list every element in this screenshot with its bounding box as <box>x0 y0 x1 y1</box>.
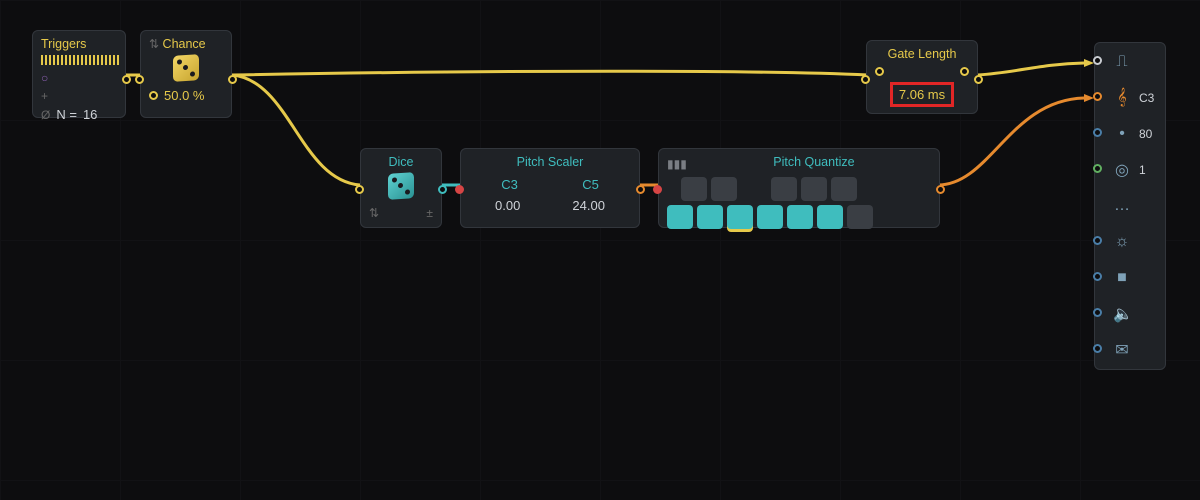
rail-velocity-out-icon: • <box>1113 125 1131 143</box>
dice-out-port[interactable] <box>438 185 447 194</box>
gate-aux-port-1[interactable] <box>875 67 884 76</box>
gate-value[interactable]: 7.06 ms <box>890 82 954 107</box>
key-black-4[interactable] <box>801 177 827 201</box>
triggers-waveform-icon <box>41 55 121 65</box>
node-dice[interactable]: Dice ⇅ ± <box>360 148 442 228</box>
rail-envelope-port[interactable] <box>1093 344 1102 353</box>
rail-misc[interactable]: … <box>1099 195 1161 217</box>
key-white-7[interactable] <box>847 205 873 229</box>
key-black-2[interactable] <box>711 177 737 201</box>
rail-pitch-out-value: C3 <box>1139 91 1154 105</box>
node-gate-length[interactable]: Gate Length 7.06 ms <box>866 40 978 114</box>
quantize-out-port[interactable] <box>936 185 945 194</box>
scaler-title: Pitch Scaler <box>469 155 631 169</box>
node-chance[interactable]: ⇅ Chance 50.0 % <box>140 30 232 118</box>
triggers-title: Triggers <box>41 37 117 51</box>
rail-velocity-out-value: 80 <box>1139 127 1152 141</box>
dice-icon <box>173 54 199 82</box>
rail-pitch-out[interactable]: 𝄞 C3 <box>1099 87 1161 109</box>
chance-value[interactable]: 50.0 % <box>164 88 204 103</box>
rail-gate-out-port[interactable] <box>1093 56 1102 65</box>
dice-icon <box>388 172 414 200</box>
key-white-4[interactable] <box>757 205 783 229</box>
quantize-title: Pitch Quantize <box>697 155 931 169</box>
scaler-low-val[interactable]: 0.00 <box>495 198 520 213</box>
key-white-5[interactable] <box>787 205 813 229</box>
triggers-n-value: 16 <box>83 107 97 122</box>
scaler-out-port[interactable] <box>636 185 645 194</box>
node-pitch-scaler[interactable]: Pitch Scaler C3 C5 0.00 24.00 <box>460 148 640 228</box>
key-white-3[interactable] <box>727 205 753 229</box>
rail-gate-out-icon: ⎍ <box>1113 53 1131 71</box>
chance-prob-port[interactable] <box>149 91 158 100</box>
rail-pitch-out-port[interactable] <box>1093 92 1102 101</box>
rail-velocity-out-port[interactable] <box>1093 128 1102 137</box>
scaler-low-note[interactable]: C3 <box>501 177 518 192</box>
rail-mod-out-icon: ◎ <box>1113 160 1131 180</box>
triggers-n-label: N = <box>56 107 77 122</box>
arrows-icon: ⇅ <box>149 37 159 51</box>
scaler-high-val[interactable]: 24.00 <box>572 198 605 213</box>
rail-case[interactable]: ■ <box>1099 267 1161 289</box>
rail-envelope[interactable]: ✉ <box>1099 339 1161 361</box>
rail-mute[interactable]: 🔈 <box>1099 303 1161 325</box>
phase-icon: Ø <box>41 108 50 122</box>
key-white-1[interactable] <box>667 205 693 229</box>
key-white-6[interactable] <box>817 205 843 229</box>
quantize-in-port[interactable] <box>653 185 662 194</box>
scaler-in-port[interactable] <box>455 185 464 194</box>
gate-title: Gate Length <box>875 47 969 61</box>
chance-title: ⇅ Chance <box>149 37 223 51</box>
chance-in-port[interactable] <box>135 75 144 84</box>
dice-trigger-in-port[interactable] <box>355 185 364 194</box>
scaler-high-note[interactable]: C5 <box>582 177 599 192</box>
keyboard-icon: ▮▮▮ <box>667 157 687 171</box>
key-black-1[interactable] <box>681 177 707 201</box>
gate-aux-port-2[interactable] <box>960 67 969 76</box>
gate-in-port[interactable] <box>861 75 870 84</box>
black-keys-row <box>681 177 931 201</box>
plus-minus-icon: ± <box>426 206 433 220</box>
chance-out-port[interactable] <box>228 75 237 84</box>
rail-pitch-out-icon: 𝄞 <box>1113 89 1131 107</box>
arrows-icon: ⇅ <box>369 206 379 220</box>
node-triggers[interactable]: Triggers ○ + Ø N = 16 <box>32 30 126 118</box>
rail-case-icon: ■ <box>1113 269 1131 287</box>
rail-misc-icon: … <box>1113 197 1131 215</box>
rail-case-port[interactable] <box>1093 272 1102 281</box>
rail-brightness-icon: ☼ <box>1113 233 1131 251</box>
circle-icon: ○ <box>41 71 48 85</box>
dice-title: Dice <box>369 155 433 169</box>
plus-icon: + <box>41 89 48 103</box>
rail-brightness-port[interactable] <box>1093 236 1102 245</box>
node-pitch-quantize[interactable]: ▮▮▮ Pitch Quantize <box>658 148 940 228</box>
rail-velocity-out[interactable]: • 80 <box>1099 123 1161 145</box>
rail-brightness[interactable]: ☼ <box>1099 231 1161 253</box>
rail-mod-out[interactable]: ◎1 <box>1099 159 1161 181</box>
output-rail[interactable]: ⎍𝄞C3•80◎1…☼■🔈✉ <box>1094 42 1166 370</box>
rail-mute-port[interactable] <box>1093 308 1102 317</box>
key-black-5[interactable] <box>831 177 857 201</box>
rail-mute-icon: 🔈 <box>1113 304 1131 324</box>
key-white-2[interactable] <box>697 205 723 229</box>
rail-envelope-icon: ✉ <box>1113 340 1131 360</box>
rail-mod-out-value: 1 <box>1139 163 1146 177</box>
triggers-out-port[interactable] <box>122 75 131 84</box>
rail-gate-out[interactable]: ⎍ <box>1099 51 1161 73</box>
gate-out-port[interactable] <box>974 75 983 84</box>
white-keys-row <box>667 205 931 229</box>
rail-mod-out-port[interactable] <box>1093 164 1102 173</box>
key-black-3[interactable] <box>771 177 797 201</box>
